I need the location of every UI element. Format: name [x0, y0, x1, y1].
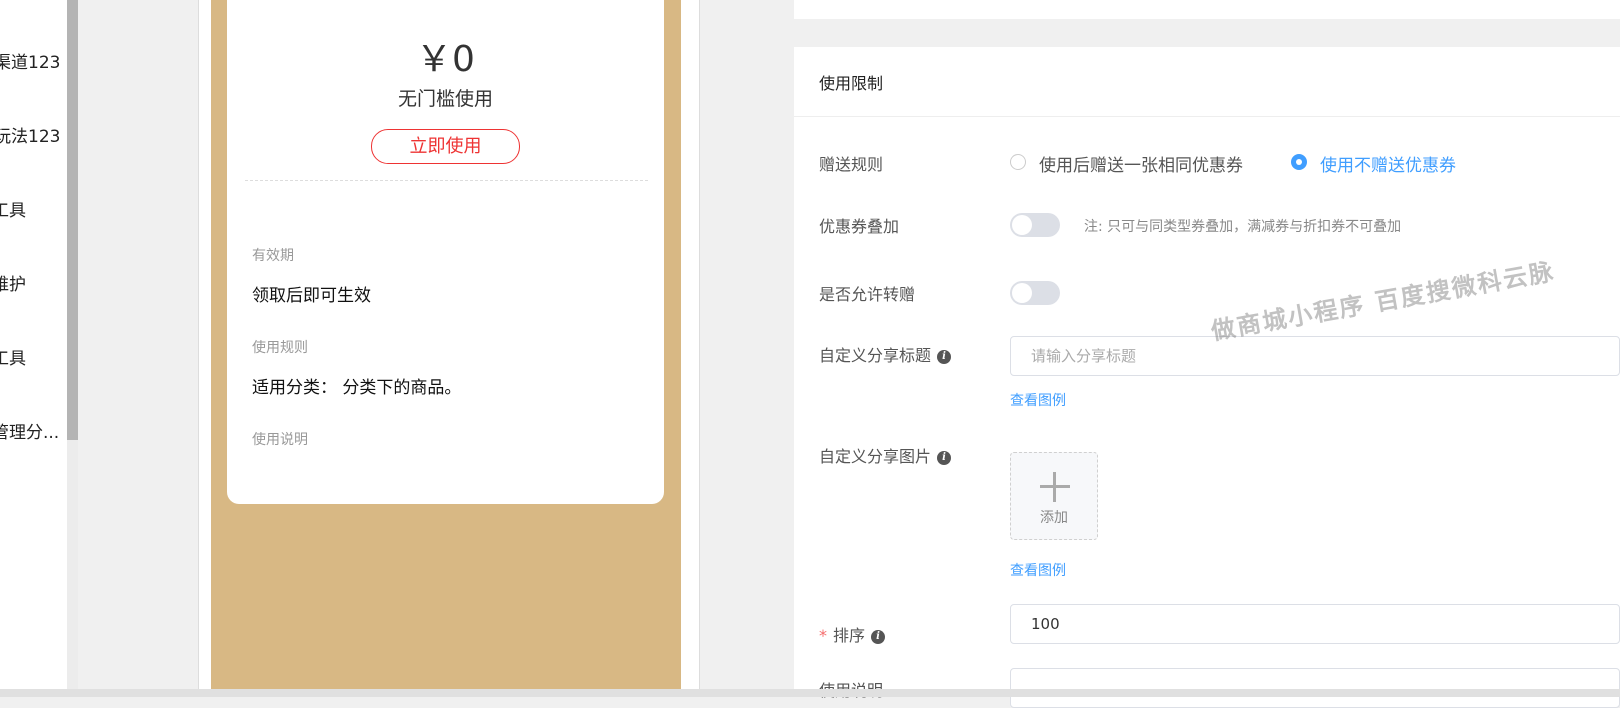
- validity-value: 领取后即可生效: [252, 286, 371, 306]
- upload-label: 添加: [1040, 510, 1068, 526]
- share-image-label-row: 自定义分享图片 i: [819, 443, 952, 467]
- coupon-divider: [245, 180, 648, 181]
- horizontal-scrollbar[interactable]: [0, 689, 1620, 697]
- sidebar: 渠道123 玩法123 工具 维护 工具 管理分...: [0, 0, 67, 697]
- share-title-input[interactable]: 请输入分享标题: [1010, 336, 1620, 376]
- instructions-label: 使用说明: [252, 432, 308, 448]
- stacking-label: 优惠券叠加: [819, 217, 900, 236]
- sidebar-scrollbar-track: [67, 440, 78, 697]
- sidebar-item-channel[interactable]: 渠道123: [0, 48, 60, 73]
- gift-rule-option-none[interactable]: 使用不赠送优惠券: [1320, 151, 1456, 176]
- card-header: 使用限制: [794, 47, 1620, 117]
- share-title-label: 自定义分享标题: [819, 346, 932, 365]
- required-mark: *: [819, 626, 827, 645]
- share-image-example-link[interactable]: 查看图例: [1010, 560, 1066, 580]
- stacking-switch[interactable]: [1010, 213, 1060, 237]
- usage-limit-card: 使用限制 赠送规则 使用后赠送一张相同优惠券 使用不赠送优惠券 优惠券叠加 注:…: [794, 47, 1620, 708]
- section-title: 使用限制: [819, 74, 884, 93]
- sidebar-scrollbar-thumb[interactable]: [67, 0, 78, 440]
- validity-label: 有效期: [252, 248, 294, 264]
- coupon-threshold: 无门槛使用: [397, 88, 493, 110]
- rules-value: 适用分类： 分类下的商品。: [252, 378, 462, 398]
- gift-rule-label: 赠送规则: [819, 155, 884, 174]
- stacking-note: 注: 只可与同类型券叠加，满减券与折扣券不可叠加: [1084, 219, 1402, 235]
- sidebar-item-tools-2[interactable]: 工具: [0, 344, 26, 369]
- gift-rule-radio-same[interactable]: [1010, 154, 1026, 170]
- sidebar-item-maintenance[interactable]: 维护: [0, 270, 26, 295]
- use-now-button[interactable]: 立即使用: [371, 129, 520, 164]
- sort-label: 排序: [833, 626, 866, 645]
- coupon-price: ￥0: [416, 39, 475, 80]
- info-icon[interactable]: i: [937, 349, 952, 364]
- coupon-preview-card: ￥0 无门槛使用 立即使用 有效期 领取后即可生效 使用规则 适用分类： 分类下…: [227, 0, 664, 504]
- share-title-label-row: 自定义分享标题 i: [819, 342, 952, 366]
- share-title-example-link[interactable]: 查看图例: [1010, 390, 1066, 410]
- sidebar-item-gameplay[interactable]: 玩法123: [0, 122, 60, 147]
- transfer-label: 是否允许转赠: [819, 285, 916, 304]
- top-card: [794, 0, 1620, 19]
- gift-rule-option-same[interactable]: 使用后赠送一张相同优惠券: [1039, 151, 1243, 176]
- info-icon[interactable]: i: [871, 629, 886, 644]
- sidebar-item-tools[interactable]: 工具: [0, 196, 26, 221]
- sort-input[interactable]: 100: [1010, 604, 1620, 644]
- gift-rule-radio-none[interactable]: [1291, 154, 1307, 170]
- sidebar-item-manage-category[interactable]: 管理分...: [0, 418, 59, 443]
- transfer-switch[interactable]: [1010, 281, 1060, 305]
- info-icon[interactable]: i: [937, 450, 952, 465]
- usage-note-input[interactable]: [1010, 668, 1620, 708]
- share-image-upload[interactable]: 添加: [1010, 452, 1098, 540]
- share-image-label: 自定义分享图片: [819, 447, 932, 466]
- plus-icon-vertical: [1053, 472, 1056, 502]
- share-title-placeholder: 请输入分享标题: [1031, 347, 1137, 365]
- sort-value: 100: [1031, 615, 1060, 633]
- rules-label: 使用规则: [252, 340, 308, 356]
- sort-label-row: * 排序 i: [819, 622, 886, 646]
